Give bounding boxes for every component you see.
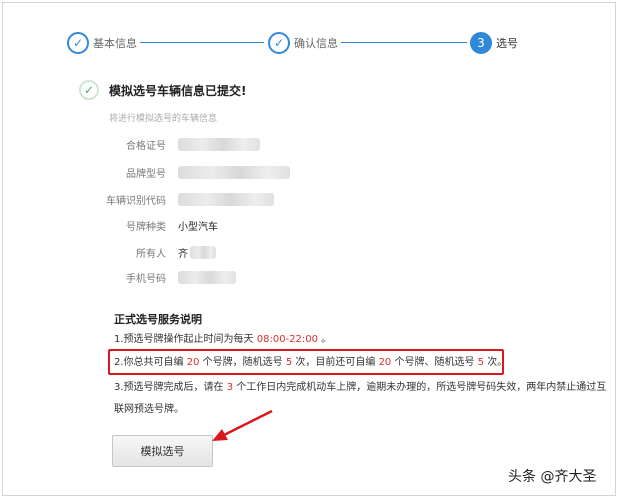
note-text: 个号牌、随机选号	[391, 357, 478, 368]
check-icon: ✓	[79, 80, 99, 100]
watermark: 头条 @齐大圣	[508, 469, 597, 485]
note-highlight: 08:00-22:00	[256, 334, 318, 345]
redacted-value	[178, 192, 274, 206]
info-row-brand-model: 品牌型号	[96, 164, 416, 180]
step-basic-info: ✓ 基本信息	[67, 31, 137, 55]
check-icon: ✓	[268, 32, 290, 54]
submit-success-title: 模拟选号车辆信息已提交!	[109, 84, 247, 98]
service-note-1: 1.预选号牌操作起止时间为每天 08:00-22:00 。	[114, 333, 331, 347]
step-select-number: 3 选号	[470, 31, 518, 55]
red-arrow-icon	[212, 409, 273, 441]
info-row-plate-type: 号牌种类 小型汽车	[96, 217, 416, 233]
step-confirm-info: ✓ 确认信息	[268, 31, 338, 55]
note-text: 次，目前还可自编	[292, 357, 379, 368]
step-label: 选号	[496, 37, 518, 50]
note-text: 个号牌，随机选号	[199, 357, 286, 368]
step-connector	[341, 42, 467, 43]
info-row-phone: 手机号码	[96, 269, 416, 285]
service-note-2: 2.你总共可自编 20 个号牌，随机选号 5 次，目前还可自编 20 个号牌、随…	[114, 356, 507, 370]
note-highlight: 20	[186, 357, 200, 368]
step-connector	[140, 42, 264, 43]
note-text: 1.预选号牌操作起止时间为每天	[114, 334, 257, 345]
step-number-badge: 3	[470, 32, 492, 54]
note-text: 3.预选号牌完成后，请在	[114, 382, 227, 393]
row-value: 齐	[178, 248, 188, 260]
info-row-certificate: 合格证号	[96, 136, 416, 152]
check-icon: ✓	[67, 32, 89, 54]
note-highlight: 20	[378, 357, 392, 368]
info-row-vin: 车辆识别代码	[96, 191, 416, 207]
redacted-value	[190, 245, 216, 259]
info-row-owner: 所有人 齐	[96, 244, 416, 260]
service-notes-title: 正式选号服务说明	[114, 313, 202, 326]
note-text: 2.你总共可自编	[114, 357, 187, 368]
redacted-value	[178, 137, 260, 151]
vehicle-info-subtitle: 将进行模拟选号的车辆信息	[109, 114, 218, 124]
row-label: 号牌种类	[126, 221, 166, 233]
row-label: 合格证号	[126, 140, 166, 152]
page: ✓ 基本信息 ✓ 确认信息 3 选号 ✓ 模拟选号车辆信息已提交! 将进行模拟选…	[0, 0, 620, 500]
step-label: 基本信息	[93, 37, 137, 50]
row-label: 车辆识别代码	[106, 195, 166, 207]
note-text: 。	[317, 334, 332, 345]
row-label: 手机号码	[126, 273, 166, 285]
simulate-select-button[interactable]: 模拟选号	[112, 435, 213, 467]
row-label: 品牌型号	[126, 168, 166, 180]
service-note-3: 3.预选号牌完成后，请在 3 个工作日内完成机动车上牌，逾期未办理的，所选号牌号…	[114, 377, 614, 421]
row-label: 所有人	[136, 248, 166, 260]
redacted-value	[178, 270, 236, 284]
step-label: 确认信息	[294, 37, 338, 50]
redacted-value	[178, 165, 290, 179]
row-value: 小型汽车	[178, 221, 218, 233]
note-text: 次。	[484, 357, 508, 368]
